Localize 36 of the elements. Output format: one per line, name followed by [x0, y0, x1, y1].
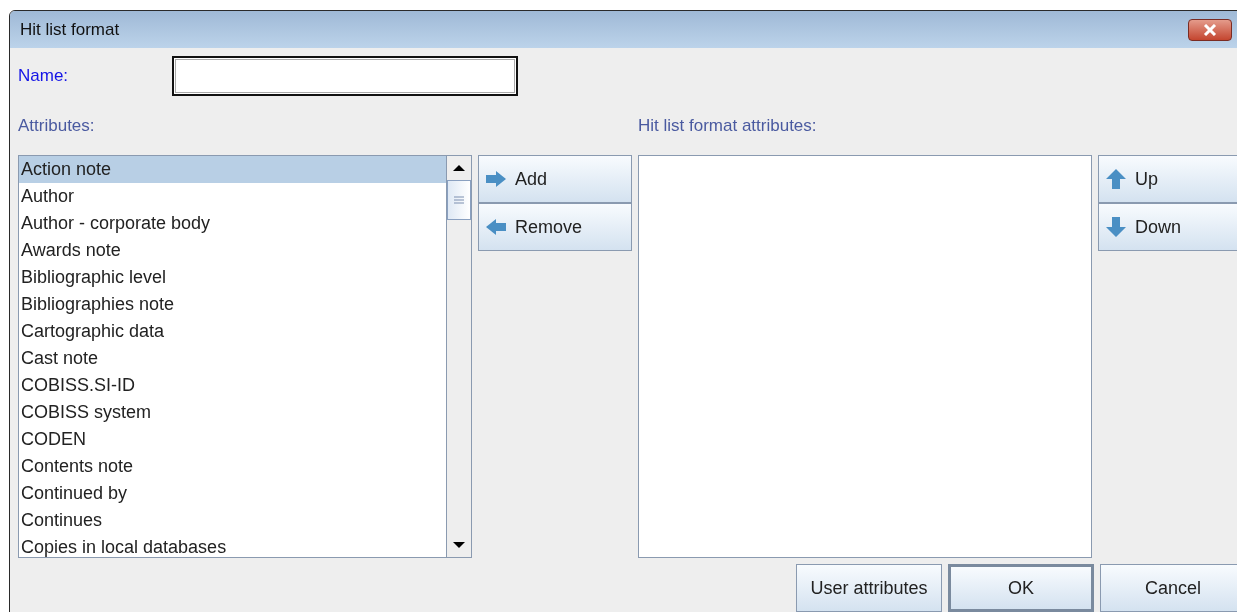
window-title: Hit list format — [20, 19, 120, 40]
arrow-up-icon — [1105, 168, 1127, 190]
attribute-item[interactable]: COBISS system — [19, 399, 446, 426]
attribute-item[interactable]: CODEN — [19, 426, 446, 453]
attribute-item[interactable]: Awards note — [19, 237, 446, 264]
name-label: Name: — [18, 66, 70, 86]
attribute-item[interactable]: Bibliographic level — [19, 264, 446, 291]
remove-button[interactable]: Remove — [478, 203, 632, 251]
attribute-item[interactable]: Cartographic data — [19, 318, 446, 345]
attributes-label: Attributes: — [18, 116, 96, 137]
down-button[interactable]: Down — [1098, 203, 1237, 251]
attribute-item[interactable]: Author - corporate body — [19, 210, 446, 237]
user-attributes-button[interactable]: User attributes — [796, 564, 942, 612]
attribute-item[interactable]: Continued by — [19, 480, 446, 507]
cancel-button[interactable]: Cancel — [1100, 564, 1237, 612]
add-button[interactable]: Add — [478, 155, 632, 203]
attribute-item[interactable]: Bibliographies note — [19, 291, 446, 318]
up-button[interactable]: Up — [1098, 155, 1237, 203]
scroll-thumb[interactable] — [447, 180, 471, 220]
attribute-item[interactable]: Contents note — [19, 453, 446, 480]
close-icon — [1202, 23, 1218, 36]
attribute-item[interactable]: Action note — [19, 156, 446, 183]
ok-button[interactable]: OK — [948, 564, 1094, 612]
attribute-item[interactable]: Cast note — [19, 345, 446, 372]
close-button[interactable] — [1188, 18, 1232, 41]
grip-icon — [453, 196, 465, 204]
attribute-item[interactable]: COBISS.SI-ID — [19, 372, 446, 399]
attribute-item[interactable]: Author — [19, 183, 446, 210]
attribute-item[interactable]: Copies in local databases — [19, 534, 446, 557]
arrow-down-icon — [1105, 216, 1127, 238]
name-input[interactable] — [172, 56, 518, 96]
format-attributes-label: Hit list format attributes: — [638, 116, 818, 137]
arrow-left-icon — [485, 218, 507, 236]
scrollbar[interactable] — [446, 156, 471, 557]
attribute-item[interactable]: Continues — [19, 507, 446, 534]
arrow-right-icon — [485, 170, 507, 188]
